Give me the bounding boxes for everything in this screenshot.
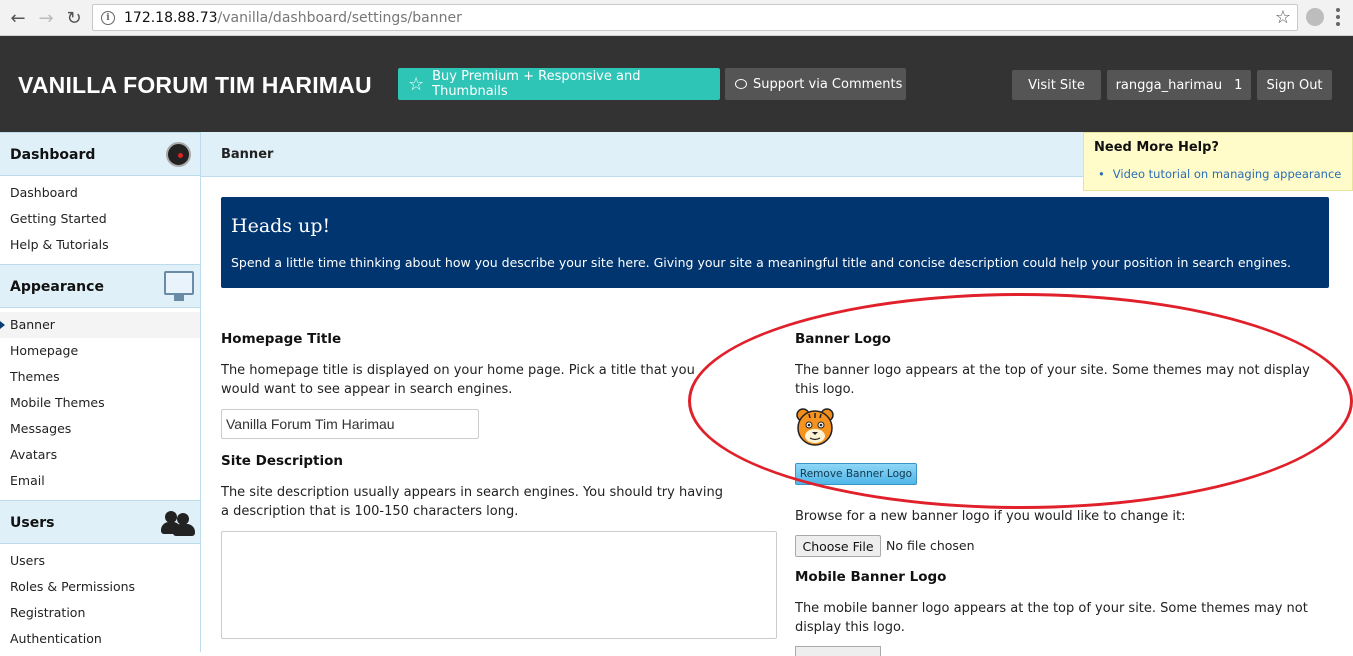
homepage-title-input[interactable]: Vanilla Forum Tim Harimau [221,409,479,439]
sidebar-item-authentication[interactable]: Authentication [0,626,200,652]
support-button[interactable]: Support via Comments [725,68,906,100]
browser-toolbar: ← → ↻ i 172.18.88.73/vanilla/dashboard/s… [0,0,1353,36]
site-description-textarea[interactable] [221,531,777,639]
help-link-video-tutorial[interactable]: Video tutorial on managing appearance [1098,167,1342,181]
comment-bubble-icon [735,79,747,89]
no-file-chosen-text: No file chosen [886,538,975,553]
annotation-ellipse [688,293,1353,509]
url-host: 172.18.88.73 [124,9,218,26]
support-label: Support via Comments [753,76,903,92]
browse-banner-text: Browse for a new banner logo if you woul… [795,509,1186,524]
mobile-choose-file-button[interactable] [795,646,881,656]
sidebar-section-appearance: Appearance [0,264,200,308]
remove-banner-logo-button[interactable]: Remove Banner Logo [795,463,917,485]
dashboard-header: VANILLA FORUM TIM HARIMAU ☆ Buy Premium … [0,36,1353,132]
banner-logo-description-line-1: The banner logo appears at the top of yo… [795,363,1310,378]
buy-premium-button[interactable]: ☆ Buy Premium + Responsive and Thumbnail… [398,68,720,100]
help-panel: Need More Help? Video tutorial on managi… [1083,132,1353,191]
notification-count: 1 [1234,77,1243,93]
page-title: Banner [221,147,274,162]
site-description-label: Site Description [221,453,343,469]
url-path: /vanilla/dashboard/settings/banner [217,9,462,26]
visit-site-button[interactable]: Visit Site [1012,70,1101,100]
banner-logo-label: Banner Logo [795,331,891,347]
sidebar-item-mobile-themes[interactable]: Mobile Themes [0,390,200,416]
sidebar-item-banner[interactable]: Banner [0,312,200,338]
site-title[interactable]: VANILLA FORUM TIM HARIMAU [18,72,372,99]
bookmark-star-icon[interactable]: ☆ [1275,7,1291,28]
browser-menu-icon[interactable] [1336,8,1340,26]
sidebar-item-themes[interactable]: Themes [0,364,200,390]
mobile-banner-logo-description-line-1: The mobile banner logo appears at the to… [795,601,1308,616]
help-title: Need More Help? [1094,140,1219,155]
buy-premium-label: Buy Premium + Responsive and Thumbnails [432,69,641,99]
mobile-banner-logo-label: Mobile Banner Logo [795,569,947,585]
sidebar-item-email[interactable]: Email [0,468,200,494]
sidebar-item-homepage[interactable]: Homepage [0,338,200,364]
users-icon [161,509,195,536]
star-icon: ☆ [408,73,425,95]
heads-up-text: Spend a little time thinking about how y… [231,255,1291,270]
user-menu-button[interactable]: rangga_harimau 1 [1107,70,1251,100]
extension-icon[interactable] [1306,8,1324,26]
homepage-title-label: Homepage Title [221,331,342,347]
username: rangga_harimau [1115,77,1223,93]
sidebar-item-dashboard[interactable]: Dashboard [0,180,200,206]
info-icon[interactable]: i [101,10,115,25]
homepage-title-description-line-1: The homepage title is displayed on your … [221,363,695,378]
dashboard-gauge-icon [166,142,191,167]
site-description-help-line-2: a description that is 100-150 characters… [221,504,519,519]
back-arrow-icon[interactable]: ← [6,6,30,30]
sidebar-section-title: Users [10,515,55,531]
sign-out-button[interactable]: Sign Out [1257,70,1332,100]
sidebar-item-help-tutorials[interactable]: Help & Tutorials [0,232,200,258]
sidebar-item-getting-started[interactable]: Getting Started [0,206,200,232]
site-description-help-line-1: The site description usually appears in … [221,485,723,500]
sidebar-section-dashboard: Dashboard [0,132,200,176]
heads-up-alert: Heads up! Spend a little time thinking a… [221,197,1329,288]
sidebar-item-avatars[interactable]: Avatars [0,442,200,468]
address-bar[interactable]: i 172.18.88.73/vanilla/dashboard/setting… [92,4,1298,31]
tiger-logo [796,408,834,446]
forward-arrow-icon[interactable]: → [34,6,58,30]
sidebar-section-users: Users [0,500,200,544]
sidebar-item-users[interactable]: Users [0,548,200,574]
sidebar-section-title: Dashboard [10,147,96,163]
mobile-banner-logo-description-line-2: display this logo. [795,620,905,635]
sidebar-item-registration[interactable]: Registration [0,600,200,626]
reload-icon[interactable]: ↻ [62,6,86,30]
heads-up-title: Heads up! [231,215,331,237]
sidebar-section-title: Appearance [10,279,104,295]
sidebar-item-messages[interactable]: Messages [0,416,200,442]
choose-file-button[interactable]: Choose File [795,535,881,557]
monitor-icon [164,271,194,301]
homepage-title-description-line-2: would want to see appear in search engin… [221,382,513,397]
sidebar: Dashboard Dashboard Getting Started Help… [0,132,201,652]
sidebar-item-roles-permissions[interactable]: Roles & Permissions [0,574,200,600]
banner-logo-description-line-2: this logo. [795,382,855,397]
